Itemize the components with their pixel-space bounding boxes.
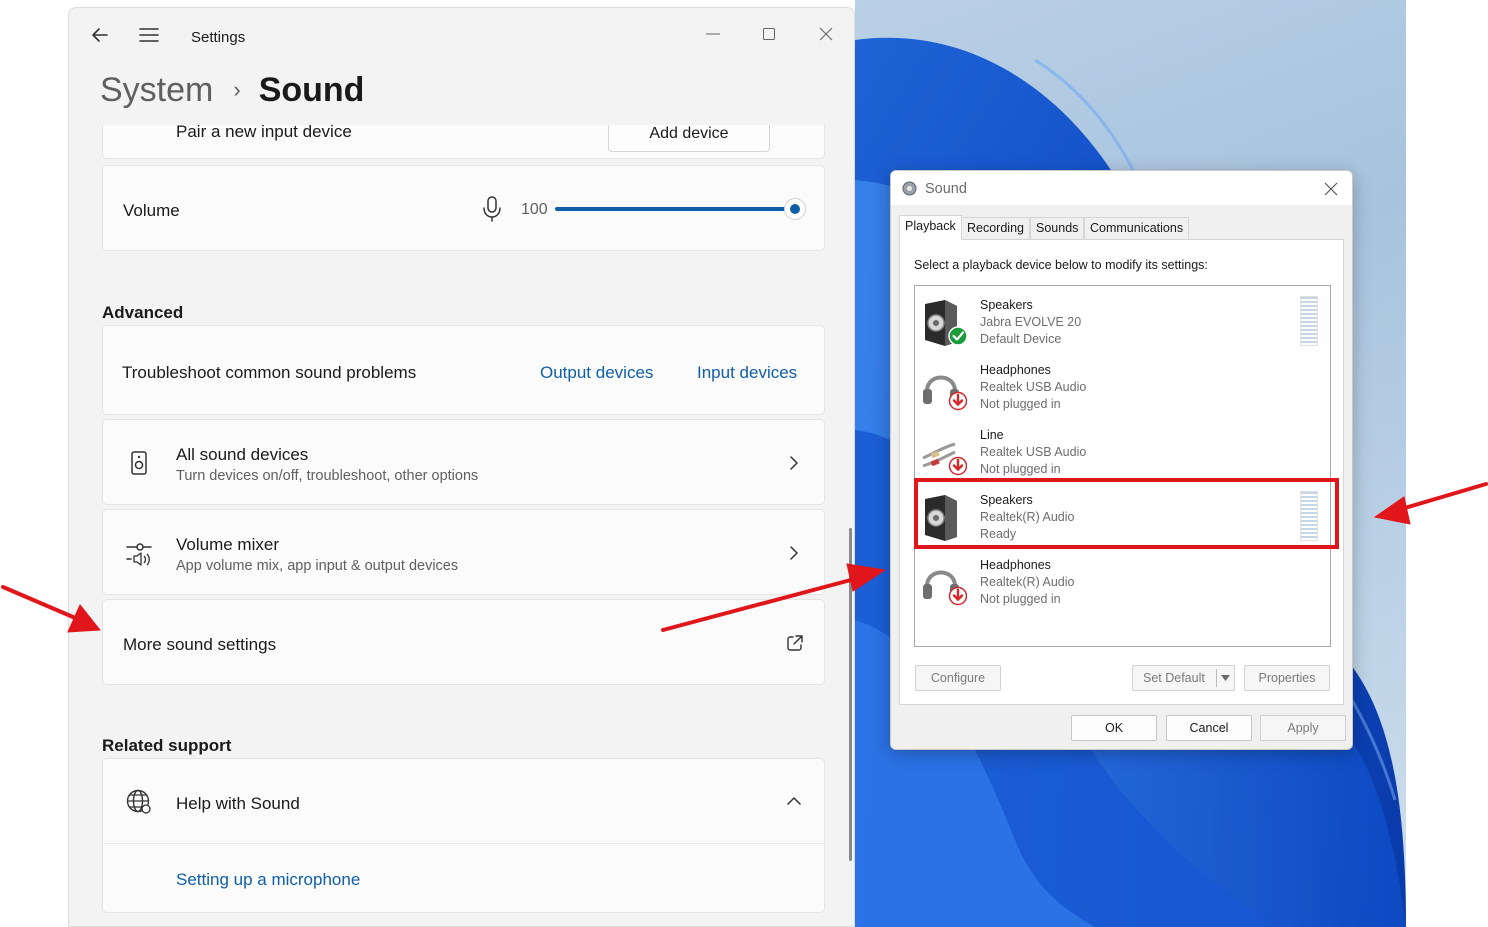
tab-playback[interactable]: Playback xyxy=(899,215,962,240)
annotation-arrows xyxy=(1,482,1488,633)
screenshot-stage: { "settings": { "title": "Settings", "br… xyxy=(0,0,1488,927)
